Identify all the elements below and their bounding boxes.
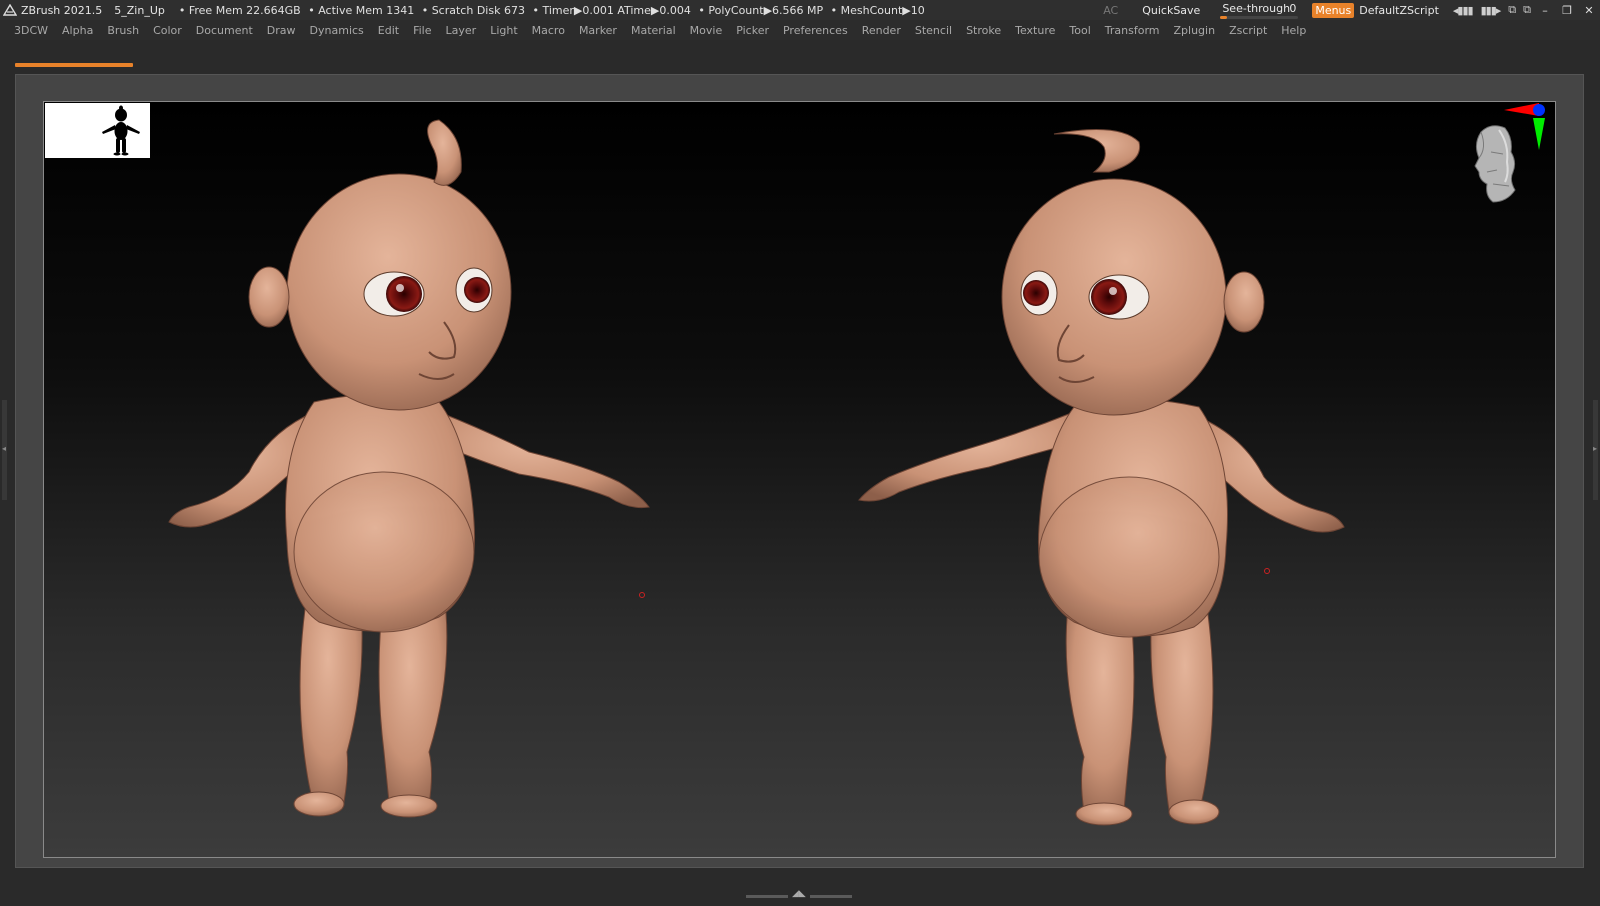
menu-item-light[interactable]: Light [490, 24, 517, 37]
maximize-icon[interactable]: ❐ [1556, 4, 1578, 17]
see-through-track[interactable] [1220, 16, 1299, 19]
copy-window-icon[interactable]: ⧉ [1508, 3, 1516, 17]
menu-item-marker[interactable]: Marker [579, 24, 617, 37]
baby-sculpt-front-right[interactable] [834, 112, 1394, 832]
app-title: ZBrush 2021.5 [21, 3, 103, 17]
meshcount-stat: • MeshCount▶10 [830, 3, 925, 17]
bottom-handle-bar [746, 895, 788, 898]
quicksave-button[interactable]: QuickSave [1142, 4, 1200, 17]
menu-item-material[interactable]: Material [631, 24, 676, 37]
main-menu-bar: 3DCW Alpha Brush Color Document Draw Dynamics E… [0, 20, 1600, 40]
restore-window-icon[interactable]: ⧉ [1523, 3, 1531, 17]
menu-item-preferences[interactable]: Preferences [783, 24, 848, 37]
menu-item-macro[interactable]: Macro [532, 24, 565, 37]
layout-right-icon[interactable]: ▮▮▮▸ [1481, 4, 1502, 17]
memory-stats: • Free Mem 22.664GB • Active Mem 1341 • … [179, 4, 929, 17]
menu-item-tool[interactable]: Tool [1069, 24, 1090, 37]
menu-item-alpha[interactable]: Alpha [62, 24, 93, 37]
menu-item-color[interactable]: Color [153, 24, 182, 37]
menu-item-draw[interactable]: Draw [267, 24, 296, 37]
expand-arrows-icon: ◢◣ [792, 889, 806, 899]
menu-item-zscript[interactable]: Zscript [1229, 24, 1267, 37]
see-through-fill [1220, 16, 1227, 19]
menus-toggle-button[interactable]: Menus [1312, 2, 1355, 18]
right-tray-arrow-icon: ▸ [1593, 444, 1598, 453]
menu-item-picker[interactable]: Picker [736, 24, 769, 37]
3d-viewport[interactable] [43, 101, 1556, 858]
menu-item-zplugin[interactable]: Zplugin [1174, 24, 1216, 37]
free-mem-stat: • Free Mem 22.664GB [178, 3, 301, 17]
title-bar: ZBrush 2021.5 5_Zin_Up • Free Mem 22.664… [0, 0, 1600, 20]
progress-bar [15, 63, 1585, 67]
bottom-handle-bar [810, 895, 852, 898]
timer-stat: • Timer▶0.001 ATime▶0.004 [532, 3, 691, 17]
menu-item-brush[interactable]: Brush [107, 24, 139, 37]
left-tray-arrow-icon: ◂ [2, 444, 7, 453]
scratch-disk-stat: • Scratch Disk 673 [421, 3, 525, 17]
title-bar-controls: AC QuickSave See-through 0 Menus Default… [1103, 0, 1600, 20]
project-name: 5_Zin_Up [114, 3, 165, 17]
right-tray-toggle[interactable]: ▸ [1593, 400, 1598, 500]
menu-item-document[interactable]: Document [196, 24, 253, 37]
see-through-value: 0 [1289, 2, 1297, 15]
menu-item-stencil[interactable]: Stencil [915, 24, 952, 37]
bottom-tray-toggle[interactable]: ◢◣ [746, 889, 854, 900]
zbrush-logo-icon [3, 3, 17, 17]
y-axis-icon [1533, 118, 1545, 150]
left-tray-toggle[interactable]: ◂ [2, 400, 7, 500]
progress-fill [15, 63, 133, 67]
close-icon[interactable]: ✕ [1578, 4, 1600, 17]
ac-button[interactable]: AC [1103, 4, 1118, 17]
menu-item-transform[interactable]: Transform [1105, 24, 1160, 37]
default-zscript-button[interactable]: DefaultZScript [1359, 4, 1439, 17]
menu-item-help[interactable]: Help [1281, 24, 1306, 37]
layout-left-icon[interactable]: ◂▮▮▮ [1453, 4, 1474, 17]
z-axis-icon [1533, 104, 1545, 116]
see-through-slider[interactable]: See-through 0 [1220, 0, 1300, 20]
menu-item-texture[interactable]: Texture [1015, 24, 1055, 37]
menu-item-movie[interactable]: Movie [690, 24, 723, 37]
polycount-stat: • PolyCount▶6.566 MP [698, 3, 824, 17]
head-navigation-gizmo[interactable] [1469, 122, 1527, 206]
active-mem-stat: • Active Mem 1341 [308, 3, 415, 17]
pivot-marker [639, 592, 645, 598]
bottom-tray [0, 868, 1600, 906]
menu-item-dynamics[interactable]: Dynamics [310, 24, 364, 37]
baby-sculpt-front-left[interactable] [119, 112, 679, 822]
see-through-label: See-through [1222, 2, 1291, 15]
menu-item-edit[interactable]: Edit [378, 24, 399, 37]
menu-item-stroke[interactable]: Stroke [966, 24, 1001, 37]
minimize-icon[interactable]: – [1534, 4, 1556, 17]
menu-item-file[interactable]: File [413, 24, 431, 37]
menu-item-layer[interactable]: Layer [446, 24, 477, 37]
menu-item-3dcw[interactable]: 3DCW [14, 24, 48, 37]
menu-item-render[interactable]: Render [862, 24, 901, 37]
pivot-marker [1264, 568, 1270, 574]
progress-strip [0, 40, 1600, 72]
